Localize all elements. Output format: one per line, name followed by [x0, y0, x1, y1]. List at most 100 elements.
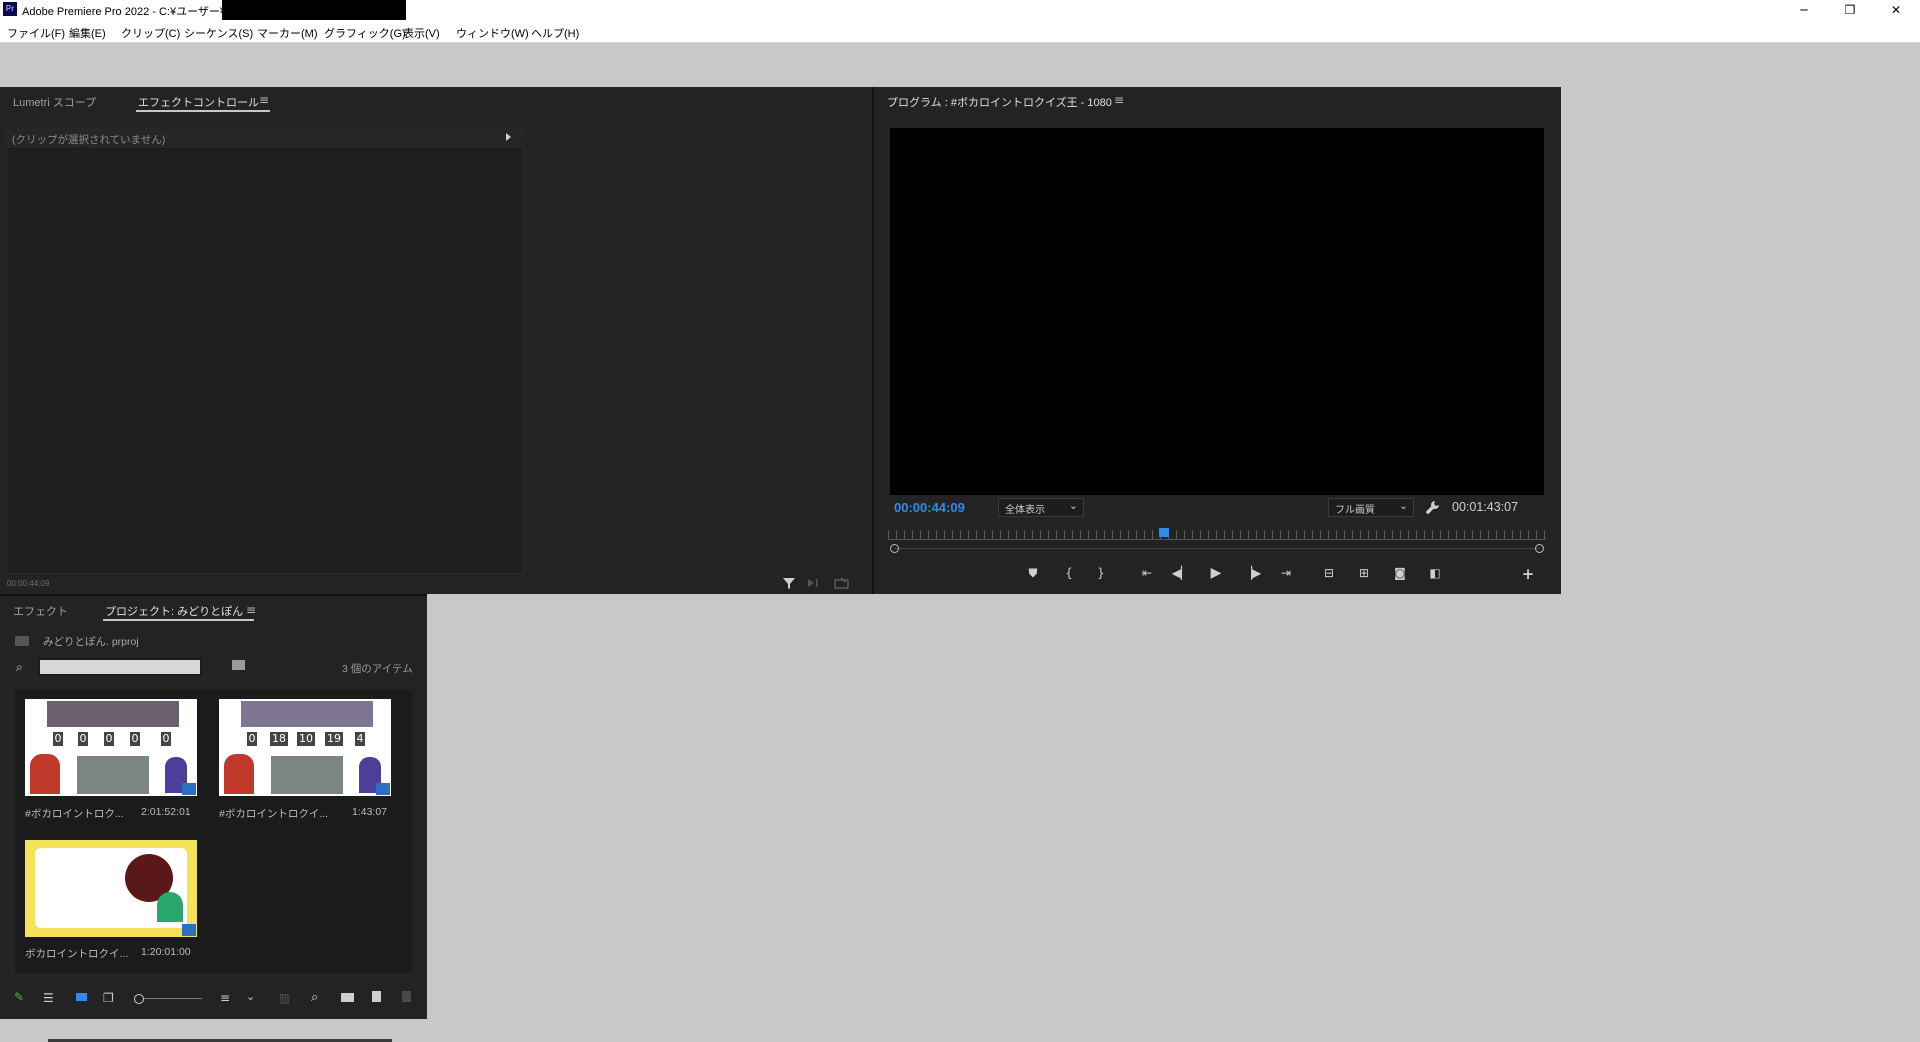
play-icon[interactable]: ▶ — [1205, 564, 1227, 582]
new-search-bin-icon[interactable] — [232, 660, 245, 670]
menu-file[interactable]: ファイル(F) — [7, 25, 65, 41]
counter: 4 — [355, 732, 365, 746]
icon-view-icon[interactable] — [76, 993, 87, 1001]
wrench-icon[interactable] — [1426, 500, 1440, 514]
sequence-badge-icon — [182, 783, 196, 795]
effect-controls-area — [6, 128, 524, 574]
chevron-down-icon: ⌄ — [1069, 500, 1078, 512]
panel-menu-icon[interactable]: ≡ — [246, 603, 256, 617]
active-tab-underline — [103, 619, 254, 621]
minimize-button[interactable]: ─ — [1781, 0, 1827, 20]
program-monitor-title[interactable]: プログラム : #ボカロイントロクイズ王 - 1080 — [887, 94, 1112, 110]
window-title: Adobe Premiere Pro 2022 - C:¥ユーザー¥ — [22, 6, 226, 18]
camera-icon[interactable]: ◙ — [1389, 564, 1411, 582]
sequence-duration: 00:01:43:07 — [1452, 500, 1519, 514]
clip-name[interactable]: ボカロイントロクイ... — [25, 946, 128, 961]
clip-duration: 1:43:07 — [352, 806, 388, 818]
tab-project[interactable]: プロジェクト: みどりとぽん — [105, 603, 243, 619]
search-input[interactable] — [38, 658, 202, 676]
scroll-track — [894, 548, 1540, 549]
find-icon[interactable]: ⌕ — [311, 990, 318, 1005]
menu-marker[interactable]: マーカー(M) — [257, 25, 318, 41]
sequence-badge-icon — [182, 924, 196, 936]
menu-divider — [0, 42, 1920, 43]
menu-help[interactable]: ヘルプ(H) — [531, 25, 579, 41]
counter: 19 — [325, 732, 343, 746]
chevron-down-icon: ⌄ — [1399, 500, 1408, 512]
clip-name[interactable]: #ボカロイントロクイ... — [219, 806, 328, 821]
counter: 0 — [161, 732, 171, 746]
counter: 0 — [247, 732, 257, 746]
zoom-slider-handle[interactable] — [134, 994, 144, 1004]
menu-sequence[interactable]: シーケンス(S) — [184, 25, 253, 41]
freeform-view-icon[interactable]: ❐ — [103, 991, 114, 1005]
new-item-icon[interactable] — [372, 991, 381, 1002]
current-time[interactable]: 00:00:44:09 — [894, 500, 965, 515]
playhead[interactable] — [1159, 528, 1170, 537]
sort-icon[interactable]: ≡ — [220, 991, 230, 1005]
folder-icon — [15, 636, 29, 646]
list-view-icon[interactable]: ☰ — [43, 991, 54, 1005]
monitor-menu-icon[interactable]: ≡ — [1114, 93, 1124, 107]
lift-icon[interactable]: ⊟ — [1318, 564, 1340, 582]
step-back-icon[interactable]: ◀▏ — [1170, 564, 1192, 582]
quality-value: フル画質 — [1335, 505, 1375, 516]
quality-select[interactable]: フル画質 ⌄ — [1328, 498, 1414, 517]
tab-lumetri-scopes[interactable]: Lumetri スコープ — [13, 94, 96, 110]
redacted-path — [222, 0, 406, 20]
clip-name[interactable]: #ボカロイントロク... — [25, 806, 124, 821]
zoom-select[interactable]: 全体表示 ⌄ — [998, 498, 1084, 517]
menu-edit[interactable]: 編集(E) — [69, 25, 106, 41]
thumb-banner — [241, 701, 373, 727]
video-preview[interactable] — [890, 128, 1544, 495]
scroll-end-handle[interactable] — [1535, 544, 1544, 553]
character-left — [224, 754, 254, 794]
zoom-slider-track[interactable] — [144, 998, 202, 999]
sequence-badge-icon — [376, 783, 390, 795]
item-count: 3 個のアイテム — [342, 663, 413, 675]
close-button[interactable]: ✕ — [1873, 0, 1919, 20]
restore-button[interactable]: ❐ — [1827, 0, 1873, 20]
premiere-app-icon: Pr — [3, 2, 17, 16]
menu-graphics[interactable]: グラフィック(G) — [324, 25, 406, 41]
menu-view[interactable]: 表示(V) — [403, 25, 440, 41]
menu-window[interactable]: ウィンドウ(W) — [456, 25, 529, 41]
new-bin-icon[interactable] — [341, 993, 354, 1002]
step-forward-icon[interactable]: ▕▶ — [1241, 564, 1263, 582]
add-button-icon[interactable]: + — [1517, 565, 1539, 583]
clip-thumbnail[interactable]: 0 18 10 19 4 — [219, 699, 391, 796]
mark-in-icon[interactable]: { — [1058, 564, 1080, 582]
pencil-icon[interactable]: ✎ — [14, 990, 24, 1004]
character-right — [157, 892, 183, 922]
extract-icon[interactable]: ⊞ — [1353, 564, 1375, 582]
clip-duration: 1:20:01:00 — [141, 946, 191, 958]
counter: 0 — [104, 732, 114, 746]
tab-effects[interactable]: エフェクト — [13, 603, 68, 619]
clip-thumbnail[interactable] — [25, 840, 197, 937]
mark-out-icon[interactable]: } — [1090, 564, 1112, 582]
scroll-start-handle[interactable] — [890, 544, 899, 553]
clip-thumbnail[interactable]: 0 0 0 0 0 — [25, 699, 197, 796]
menu-clip[interactable]: クリップ(C) — [121, 25, 180, 41]
comparison-view-icon[interactable]: ◧ — [1424, 564, 1446, 582]
export-icon[interactable] — [834, 577, 850, 589]
ruler-line — [888, 539, 1546, 540]
add-marker-icon[interactable]: ⛊ — [1022, 564, 1044, 582]
no-clip-message: (クリップが選択されていません) — [12, 134, 166, 146]
go-to-out-icon[interactable]: ⇥ — [1275, 564, 1297, 582]
filter-icon[interactable] — [782, 576, 796, 590]
play-audio-icon[interactable] — [806, 577, 820, 589]
counter: 18 — [270, 732, 288, 746]
clip-duration: 2:01:52:01 — [141, 806, 191, 818]
zoom-value: 全体表示 — [1005, 505, 1045, 516]
effect-timecode: 00:00:44:09 — [7, 579, 50, 588]
counter: 0 — [78, 732, 88, 746]
thumb-banner — [47, 701, 179, 727]
character-left — [30, 754, 60, 794]
panel-menu-icon[interactable]: ≡ — [259, 93, 269, 107]
project-file-name: みどりとぽん. prproj — [43, 636, 139, 648]
tab-effect-controls[interactable]: エフェクトコントロール — [138, 94, 259, 110]
expand-arrow-icon[interactable] — [506, 133, 511, 141]
go-to-in-icon[interactable]: ⇤ — [1136, 564, 1158, 582]
chevron-down-icon[interactable]: ⌄ — [246, 990, 255, 1003]
